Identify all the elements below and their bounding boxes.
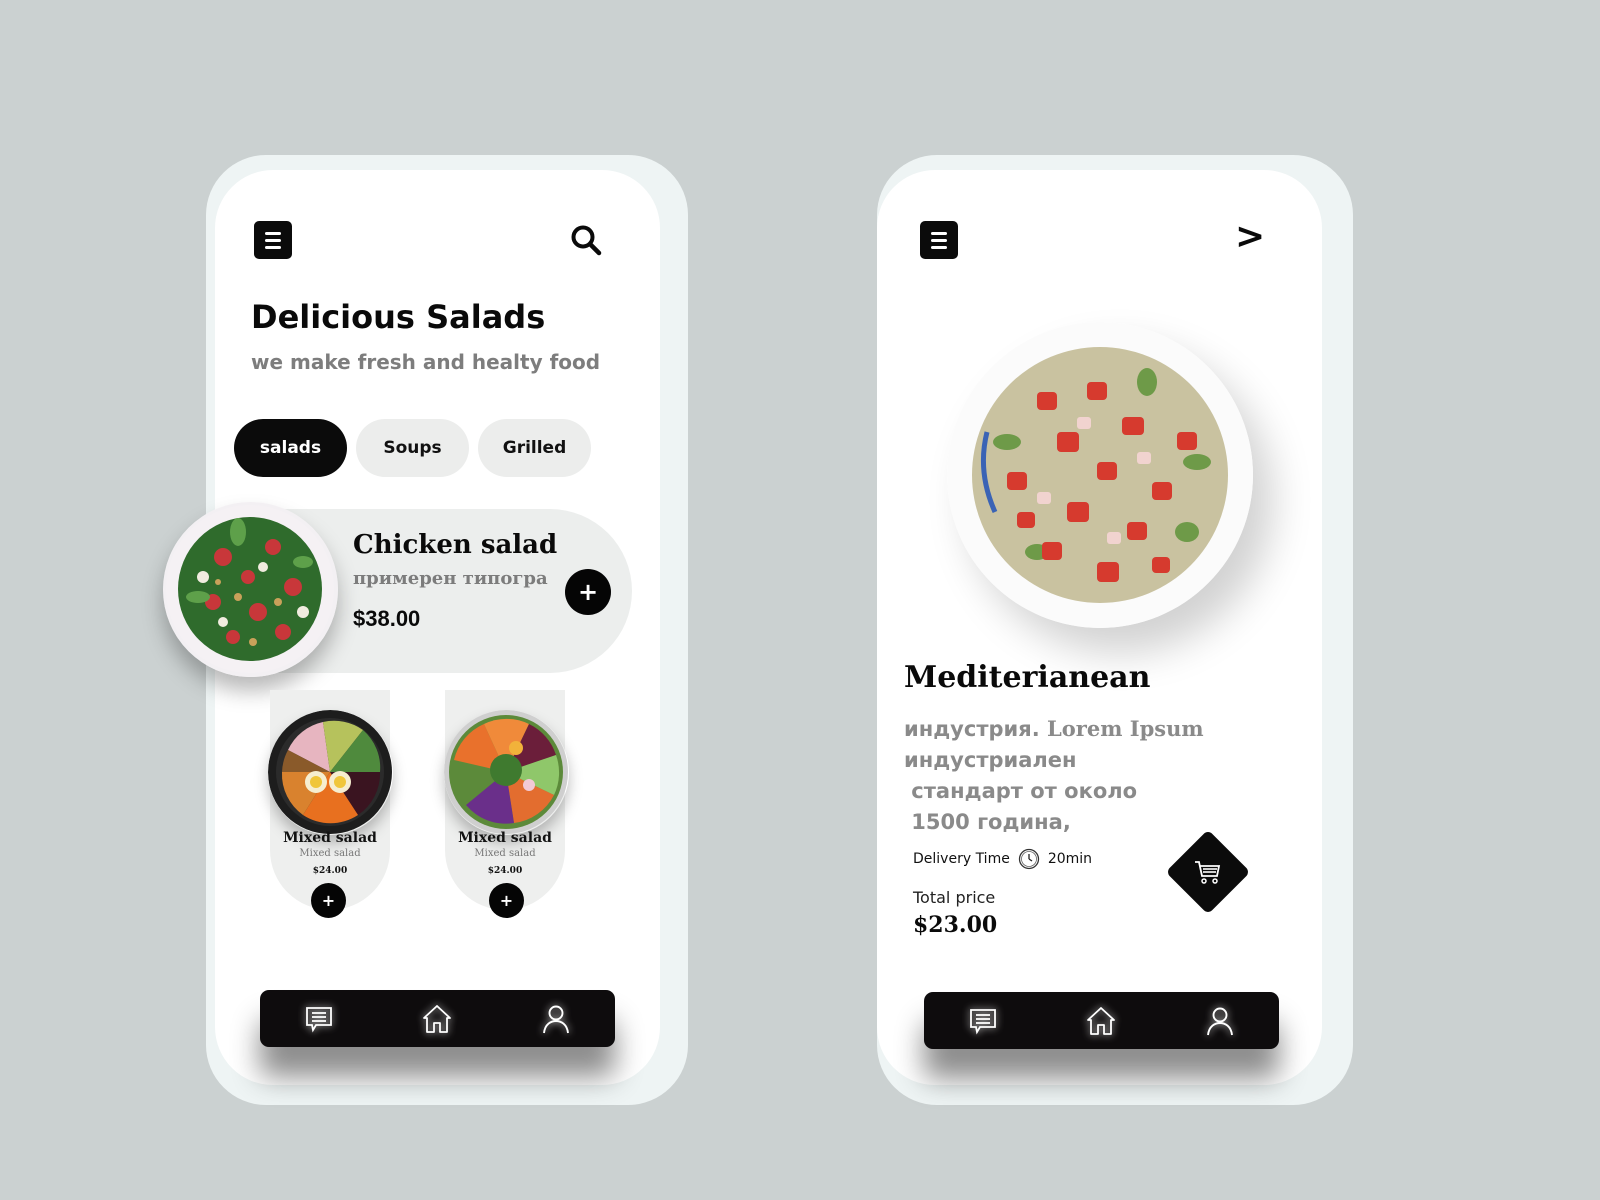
bottom-nav-bar (260, 990, 615, 1047)
featured-item-price: $38.00 (353, 606, 421, 631)
total-price-label: Total price (913, 888, 996, 907)
nav-home[interactable] (415, 997, 459, 1041)
hamburger-line (265, 238, 281, 242)
item-description: Mixed salad (299, 848, 361, 859)
forward-button[interactable]: > (1235, 216, 1265, 257)
mixed-salad-image-1 (268, 710, 393, 835)
bowl-graphic (268, 710, 392, 834)
salad-plate-graphic (947, 322, 1253, 628)
hamburger-line (931, 238, 947, 242)
bottom-nav-bar (924, 992, 1279, 1049)
mixed-salad-image-2 (444, 710, 569, 835)
category-chip-salads[interactable]: salads (234, 419, 347, 477)
hamburger-line (265, 245, 281, 249)
page-title: Delicious Salads (251, 298, 546, 336)
category-chip-grilled[interactable]: Grilled (478, 419, 591, 477)
mediterranean-salad-image (947, 322, 1253, 628)
hamburger-line (931, 245, 947, 249)
user-icon (542, 1005, 569, 1033)
search-button[interactable] (570, 224, 604, 258)
item-price: $24.00 (312, 866, 348, 876)
chat-icon (970, 1008, 997, 1034)
dish-description: индустрия. Lorem Ipsum индустриален стан… (904, 713, 1204, 838)
featured-item-description: примерен типогра (353, 568, 548, 589)
delivery-time-row: Delivery Time 20min (913, 848, 1092, 870)
page-subtitle: we make fresh and healty food (251, 350, 601, 374)
search-icon (571, 225, 602, 256)
description-line: индустрия. Lorem Ipsum (904, 713, 1204, 745)
menu-button[interactable] (254, 221, 292, 259)
delivery-value: 20min (1047, 851, 1093, 867)
description-line: стандарт от около (904, 779, 1138, 803)
description-text: индустрия. (904, 717, 1048, 741)
nav-profile[interactable] (1198, 999, 1242, 1043)
chat-icon (306, 1006, 333, 1032)
item-name: Mixed salad (458, 830, 552, 846)
hamburger-menu-icon (931, 231, 947, 235)
add-item-button[interactable]: + (311, 883, 346, 918)
home-icon (423, 1004, 452, 1033)
clock-icon (1018, 848, 1039, 870)
item-price: $24.00 (487, 866, 523, 876)
home-icon (1087, 1006, 1116, 1035)
nav-messages[interactable] (297, 997, 341, 1041)
item-name: Mixed salad (283, 830, 377, 846)
phone-screen-left: Delicious Salads we make fresh and healt… (163, 170, 660, 1085)
add-to-cart-button[interactable] (1165, 829, 1251, 915)
description-line: 1500 година, (904, 810, 1071, 834)
featured-item-name: Chicken salad (353, 530, 558, 560)
bowl-graphic (444, 710, 568, 834)
delivery-label: Delivery Time (913, 851, 1010, 867)
phone-screen-right: > Mediterianean индустрия. Lorem Ipsum и… (877, 170, 1322, 1085)
category-chip-soups[interactable]: Soups (356, 419, 469, 477)
user-icon (1206, 1007, 1233, 1035)
nav-messages[interactable] (961, 999, 1005, 1043)
add-featured-item-button[interactable]: + (565, 569, 611, 615)
add-item-button[interactable]: + (489, 883, 524, 918)
chicken-salad-image (163, 502, 338, 677)
dish-title: Mediterianean (904, 660, 1151, 695)
description-line: индустриален (904, 748, 1077, 772)
nav-home[interactable] (1079, 999, 1123, 1043)
description-text-latin: Lorem Ipsum (1047, 716, 1204, 741)
salad-plate-graphic (166, 505, 334, 673)
item-description: Mixed salad (474, 848, 536, 859)
hamburger-menu-icon (265, 231, 281, 235)
nav-profile[interactable] (534, 997, 578, 1041)
total-price-value: $23.00 (913, 912, 998, 938)
menu-button[interactable] (920, 221, 958, 259)
